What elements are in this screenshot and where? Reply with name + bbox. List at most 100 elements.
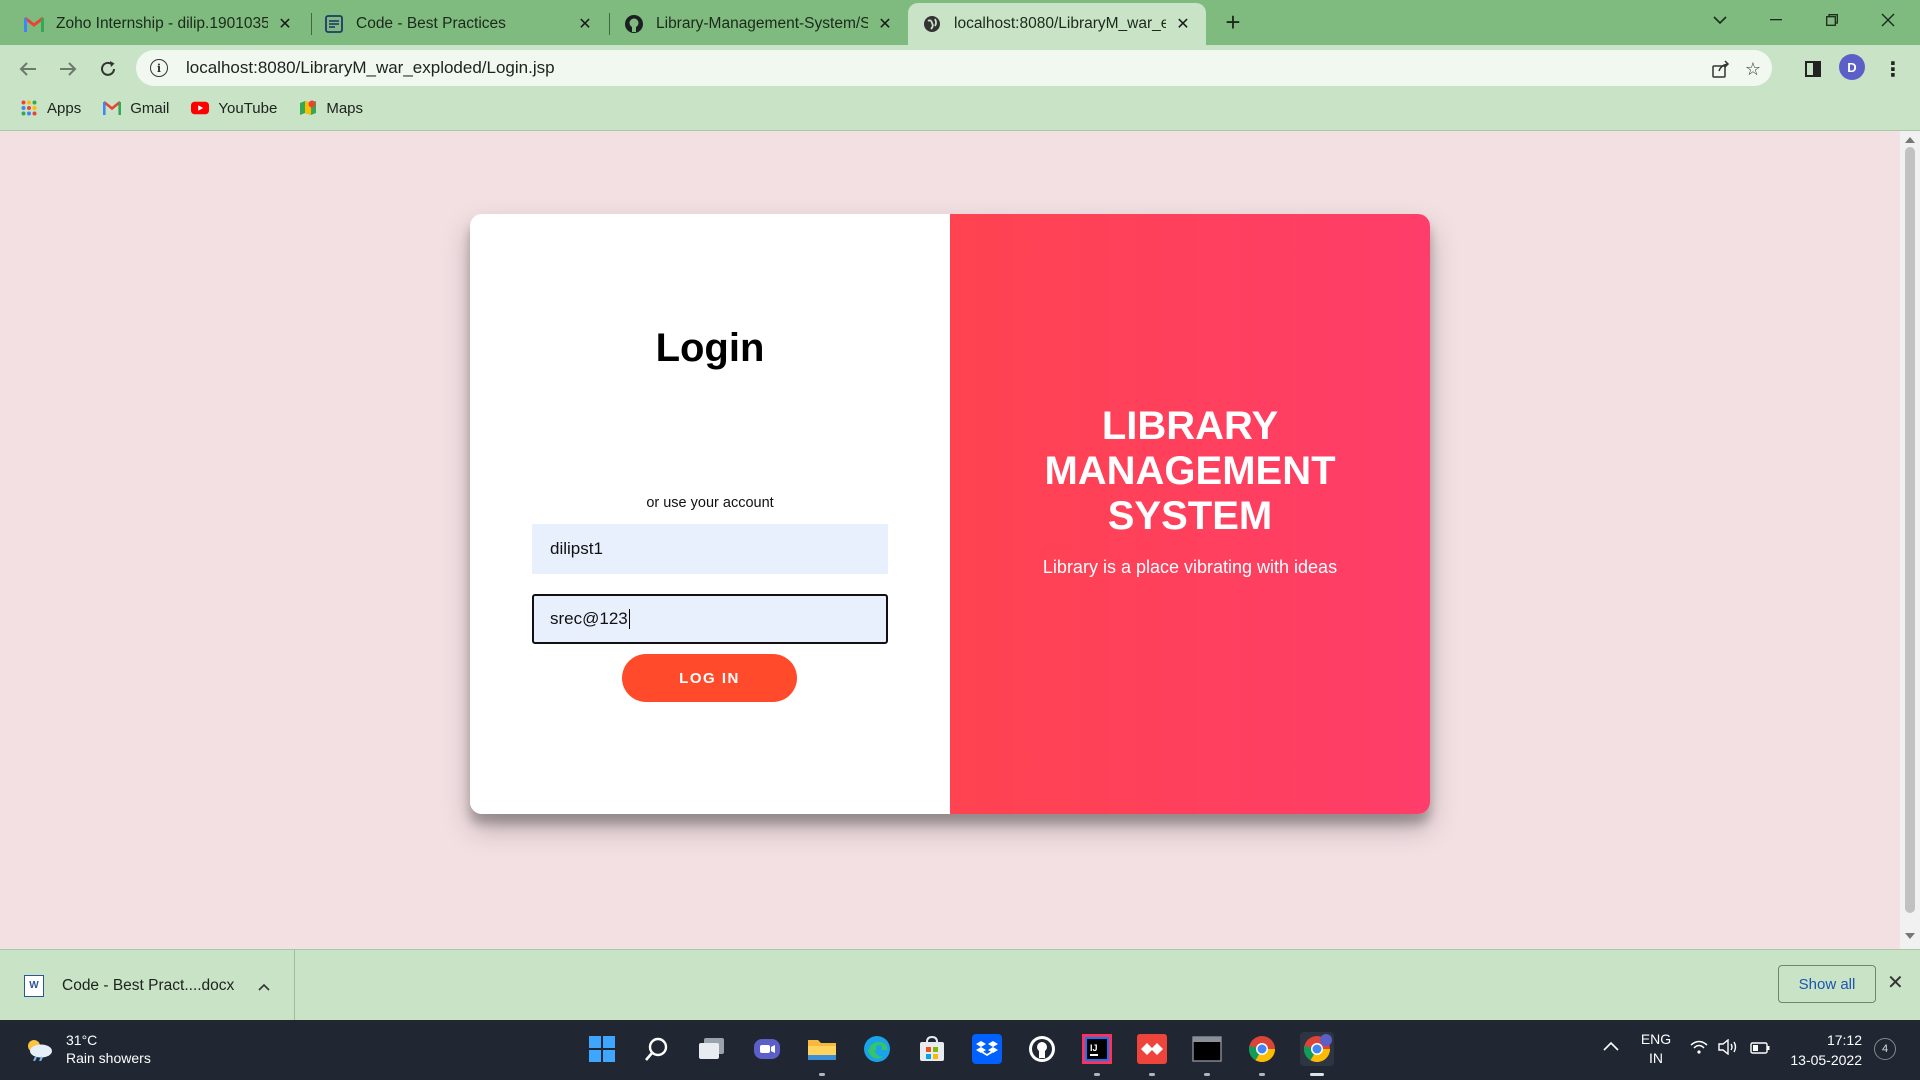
github-icon xyxy=(624,14,644,34)
globe-icon xyxy=(922,14,942,34)
search-icon[interactable] xyxy=(640,1032,674,1066)
active-indicator xyxy=(1310,1073,1324,1076)
tab-title: Code - Best Practices xyxy=(356,15,506,32)
login-subtitle: or use your account xyxy=(646,495,774,511)
system-clock[interactable]: 17:12 13-05-2022 xyxy=(1786,1030,1862,1070)
bookmark-apps[interactable]: Apps xyxy=(20,99,81,117)
terminal-icon[interactable] xyxy=(1190,1032,1224,1066)
tab-strip: Zoho Internship - dilip.1901035@ ✕ Code … xyxy=(0,0,1920,45)
bookmark-label: Maps xyxy=(326,99,364,117)
username-input[interactable]: dilipst1 xyxy=(532,524,888,574)
tab-code-best-practices[interactable]: Code - Best Practices ✕ xyxy=(310,3,608,45)
docs-icon xyxy=(324,14,344,34)
close-window-icon[interactable] xyxy=(1860,0,1916,40)
language-region: IN xyxy=(1649,1050,1663,1066)
teams-chat-icon[interactable] xyxy=(750,1032,784,1066)
intellij-icon[interactable]: IJ xyxy=(1080,1032,1114,1066)
tab-github-library[interactable]: Library-Management-System/Sc ✕ xyxy=(610,3,908,45)
scroll-up-arrow-icon[interactable] xyxy=(1905,137,1915,143)
notification-badge[interactable]: 4 xyxy=(1874,1038,1896,1060)
forward-arrow-icon[interactable] xyxy=(52,53,84,85)
windows-start-icon[interactable] xyxy=(585,1032,619,1066)
scrollbar-thumb[interactable] xyxy=(1905,147,1915,913)
language-indicator[interactable]: ENG IN xyxy=(1640,1030,1672,1068)
page-viewport: Login or use your account dilipst1 srec@… xyxy=(0,131,1900,949)
profile-avatar[interactable]: D xyxy=(1839,54,1865,80)
new-tab-button[interactable]: + xyxy=(1219,7,1247,37)
minimize-icon[interactable] xyxy=(1748,0,1804,40)
bookmark-maps[interactable]: Maps xyxy=(299,99,363,117)
show-all-button[interactable]: Show all xyxy=(1778,965,1876,1003)
tab-zoho-internship[interactable]: Zoho Internship - dilip.1901035@ ✕ xyxy=(10,3,308,45)
bookmarks-bar: Apps Gmail YouTube Maps xyxy=(0,91,385,125)
dropbox-icon[interactable] xyxy=(970,1032,1004,1066)
microsoft-store-icon[interactable] xyxy=(915,1032,949,1066)
chrome-profile-icon[interactable] xyxy=(1300,1032,1334,1066)
download-item[interactable]: W Code - Best Pract....docx xyxy=(0,950,295,1021)
running-indicator xyxy=(1204,1073,1210,1076)
overlay-title: LIBRARY MANAGEMENT SYSTEM xyxy=(1044,404,1336,538)
close-tab-icon[interactable]: ✕ xyxy=(1174,15,1192,33)
running-indicator xyxy=(1259,1073,1265,1076)
browser-toolbar: i localhost:8080/LibraryM_war_exploded/L… xyxy=(0,45,1920,131)
restore-icon[interactable] xyxy=(1804,0,1860,40)
login-button[interactable]: LOG IN xyxy=(622,654,797,702)
share-icon[interactable] xyxy=(1710,58,1732,80)
download-shelf: W Code - Best Pract....docx Show all ✕ xyxy=(0,949,1920,1021)
close-tab-icon[interactable]: ✕ xyxy=(576,15,594,33)
bookmark-label: Apps xyxy=(47,99,82,117)
bookmark-label: Gmail xyxy=(130,99,170,117)
language-code: ENG xyxy=(1640,1031,1672,1047)
overlay-tagline: Library is a place vibrating with ideas xyxy=(1042,557,1338,577)
task-view-icon[interactable] xyxy=(695,1032,729,1066)
menu-kebab-icon[interactable]: ⋮ xyxy=(1879,55,1907,83)
site-info-icon[interactable]: i xyxy=(150,59,168,77)
chevron-up-icon[interactable] xyxy=(258,978,270,994)
volume-icon[interactable] xyxy=(1718,1038,1738,1058)
close-tab-icon[interactable]: ✕ xyxy=(876,15,894,33)
chrome-icon[interactable] xyxy=(1245,1032,1279,1066)
gmail-icon xyxy=(24,14,44,34)
side-panel-icon[interactable] xyxy=(1799,55,1827,83)
anydesk-icon[interactable] xyxy=(1135,1032,1169,1066)
address-bar[interactable]: i localhost:8080/LibraryM_war_exploded/L… xyxy=(136,50,1772,86)
windows-taskbar: 31°C Rain showers IJ ENG IN 17:12 13-05-… xyxy=(0,1020,1920,1080)
text-caret xyxy=(628,609,631,629)
word-doc-icon: W xyxy=(24,974,44,997)
github-desktop-icon[interactable] xyxy=(1025,1032,1059,1066)
weather-condition: Rain showers xyxy=(66,1050,151,1066)
login-card: Login or use your account dilipst1 srec@… xyxy=(470,214,1430,814)
battery-icon[interactable] xyxy=(1750,1041,1770,1057)
tab-title: Library-Management-System/Sc xyxy=(656,15,868,32)
weather-rain-icon xyxy=(24,1037,54,1062)
login-heading: Login xyxy=(655,326,765,370)
wifi-icon[interactable] xyxy=(1690,1040,1708,1057)
password-input[interactable]: srec@123 xyxy=(532,594,888,644)
running-indicator xyxy=(1094,1073,1100,1076)
running-indicator xyxy=(1149,1073,1155,1076)
weather-widget[interactable]: 31°C Rain showers xyxy=(24,1032,151,1066)
weather-temperature: 31°C xyxy=(66,1032,98,1048)
reload-icon[interactable] xyxy=(92,53,124,85)
download-file-name: Code - Best Pract....docx xyxy=(62,976,235,994)
bookmark-youtube[interactable]: YouTube xyxy=(191,99,277,117)
clock-date: 13-05-2022 xyxy=(1790,1052,1862,1068)
close-tab-icon[interactable]: ✕ xyxy=(276,15,294,33)
file-explorer-icon[interactable] xyxy=(805,1032,839,1066)
login-form-panel: Login or use your account dilipst1 srec@… xyxy=(470,214,950,814)
back-arrow-icon[interactable] xyxy=(12,53,44,85)
close-shelf-icon[interactable]: ✕ xyxy=(1887,970,1904,995)
svg-text:IJ: IJ xyxy=(1090,1043,1098,1053)
gmail-icon xyxy=(103,99,122,117)
tab-localhost-active[interactable]: localhost:8080/LibraryM_war_exp ✕ xyxy=(908,3,1206,45)
tab-title: Zoho Internship - dilip.1901035@ xyxy=(56,15,268,32)
bookmark-star-icon[interactable]: ☆ xyxy=(1742,58,1764,80)
edge-browser-icon[interactable] xyxy=(860,1032,894,1066)
tab-search-icon[interactable] xyxy=(1692,0,1748,40)
page-scrollbar[interactable] xyxy=(1900,131,1920,949)
bookmark-gmail[interactable]: Gmail xyxy=(103,99,169,117)
overlay-panel: LIBRARY MANAGEMENT SYSTEM Library is a p… xyxy=(950,214,1430,814)
chevron-up-icon[interactable] xyxy=(1603,1038,1619,1054)
scroll-down-arrow-icon[interactable] xyxy=(1905,933,1915,939)
clock-time: 17:12 xyxy=(1826,1032,1862,1048)
